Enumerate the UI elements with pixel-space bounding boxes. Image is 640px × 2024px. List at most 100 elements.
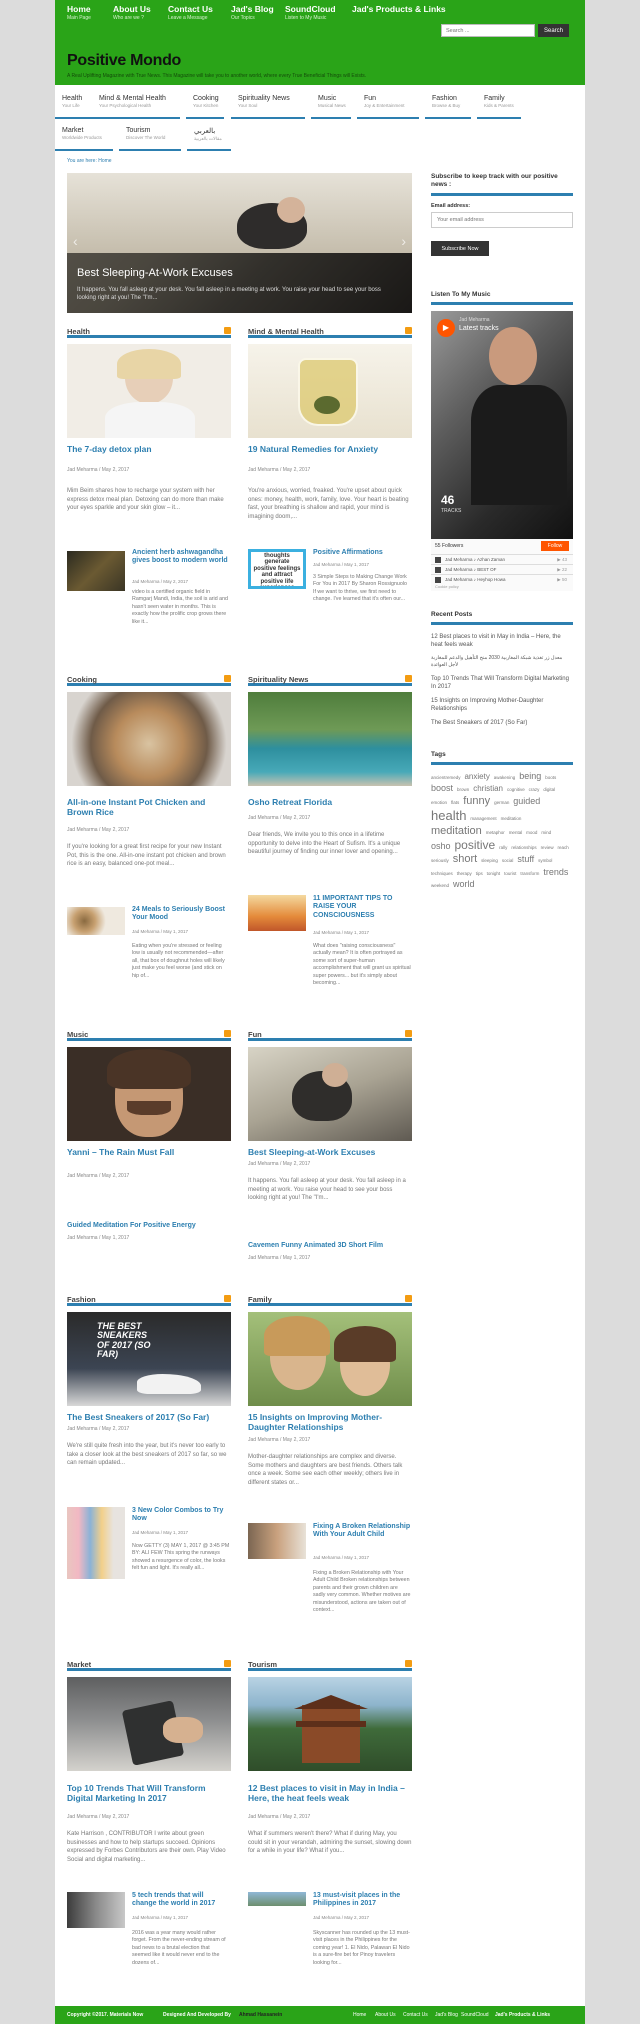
cat-arabic[interactable]: بالعربي مقالات بالعربية [187,127,231,151]
tag-link[interactable]: christian [473,784,503,793]
tag-link[interactable]: boots [545,775,556,780]
cat-music[interactable]: Music Musical News [311,95,351,119]
tag-link[interactable]: mental [509,830,523,835]
post-image[interactable]: THE BEST SNEAKERS OF 2017 (SO FAR) [67,1312,231,1406]
post-thumb[interactable] [67,907,125,935]
tag-link[interactable]: awakening [494,775,516,780]
rss-icon[interactable] [224,1030,231,1037]
tag-link[interactable]: flats [451,800,459,805]
tag-link[interactable]: tourist [504,871,516,876]
tag-link[interactable]: being [519,771,541,781]
tag-link[interactable]: cognitive [507,787,525,792]
tag-link[interactable]: mood [526,830,537,835]
block-heading-label[interactable]: Cooking [67,675,97,684]
sc-follow-button[interactable]: Follow [541,541,569,551]
post-title[interactable]: Yanni – The Rain Must Fall [67,1147,231,1157]
post-thumb[interactable] [67,1507,125,1579]
rss-icon[interactable] [405,675,412,682]
post-title-small[interactable]: Fixing A Broken Relationship With Your A… [313,1523,411,1540]
post-thumb[interactable] [248,895,306,931]
cat-family[interactable]: Family Kids & Parents [477,95,521,119]
block-heading-label[interactable]: Spirituality News [248,675,308,684]
tag-link[interactable]: reach [558,845,569,850]
tag-link[interactable]: management [470,816,496,821]
tag-link[interactable]: tonight [487,871,501,876]
tag-link[interactable]: guided [513,796,540,806]
block-heading-label[interactable]: Fashion [67,1295,96,1304]
tag-link[interactable]: metaphor [486,830,505,835]
tag-link[interactable]: meditation [431,825,482,837]
tag-link[interactable]: german [494,800,509,805]
rss-icon[interactable] [224,1295,231,1302]
block-heading-label[interactable]: Tourism [248,1660,277,1669]
nav-contact[interactable]: Contact Us Leave a Message [168,4,213,21]
tag-link[interactable]: brown [457,787,469,792]
post-title-small[interactable]: 5 tech trends that will change the world… [132,1892,230,1909]
post-title-small[interactable]: Cavemen Funny Animated 3D Short Film [248,1242,412,1250]
soundcloud-widget[interactable]: ▶ Jad Meharma Latest tracks 46 TRACKS 55… [431,311,573,591]
tag-link[interactable]: rally [499,845,507,850]
tag-link[interactable]: short [453,853,477,865]
nav-products[interactable]: Jad's Products & Links [352,4,446,15]
nav-home[interactable]: Home Main Page [67,4,91,21]
subscribe-button[interactable]: Subscribe Now [431,241,489,256]
tag-link[interactable]: therapy [457,871,472,876]
tag-link[interactable]: funny [463,795,490,807]
rss-icon[interactable] [405,1030,412,1037]
cat-market[interactable]: Market Worldwide Products [55,127,113,151]
tag-link[interactable]: meditation [501,816,522,821]
slider-prev-icon[interactable]: ‹ [73,233,78,249]
post-title-small[interactable]: Ancient herb ashwagandha gives boost to … [132,549,230,566]
post-thumb[interactable] [67,551,125,591]
footer-link-products[interactable]: Jad's Products & Links [495,2012,550,2018]
post-title-small[interactable]: Positive Affirmations [313,549,411,557]
post-image[interactable] [67,692,231,786]
footer-link-contact[interactable]: Contact Us [403,2012,428,2018]
search-button[interactable]: Search [538,24,569,37]
post-image[interactable] [67,1047,231,1141]
recent-post-link[interactable]: 12 Best places to visit in May in India … [431,633,573,649]
block-heading-label[interactable]: Market [67,1660,91,1669]
tag-link[interactable]: digital [543,787,555,792]
featured-slider[interactable]: ‹ › Best Sleeping-At-Work Excuses It hap… [67,173,412,313]
recent-post-link[interactable]: The Best Sneakers of 2017 (So Far) [431,719,573,727]
post-title[interactable]: 19 Natural Remedies for Anxiety [248,444,412,454]
tag-link[interactable]: positive [454,838,495,852]
tag-link[interactable]: stuff [517,854,534,864]
footer-link-home[interactable]: Home [353,2012,366,2018]
post-title[interactable]: Osho Retreat Florida [248,797,412,807]
recent-post-link[interactable]: Top 10 Trends That Will Transform Digita… [431,675,573,691]
recent-post-link[interactable]: 15 Insights on Improving Mother-Daughter… [431,697,573,713]
post-title[interactable]: The 7-day detox plan [67,444,231,454]
sc-track[interactable]: Jad Meharma ♪ BEST OF ▶ 22 [431,564,573,574]
tag-link[interactable]: emotion [431,800,447,805]
block-heading-label[interactable]: Music [67,1030,88,1039]
sc-track[interactable]: Jad Meharma ♪ Azhan Zaman ▶ 43 [431,554,573,564]
tag-link[interactable]: ancientremedy [431,775,461,780]
rss-icon[interactable] [224,1660,231,1667]
post-thumb[interactable] [67,1892,125,1928]
post-image[interactable] [67,1677,231,1771]
post-title-small[interactable]: 11 IMPORTANT TIPS TO RAISE YOUR CONSCIOU… [313,895,411,920]
block-heading-label[interactable]: Mind & Mental Health [248,327,324,336]
post-thumb[interactable]: positive thoughts generate positive feel… [248,549,306,589]
sc-cookie-link[interactable]: Cookie policy [435,584,459,589]
tag-link[interactable]: world [453,879,475,889]
post-image[interactable] [248,344,412,438]
post-image[interactable] [67,344,231,438]
tag-link[interactable]: health [431,808,466,823]
post-title-small[interactable]: Guided Meditation For Positive Energy [67,1222,231,1230]
tag-link[interactable]: tips [476,871,483,876]
tag-link[interactable]: anxiety [464,772,489,781]
cat-tourism[interactable]: Tourism Discover The World [119,127,181,151]
post-title[interactable]: Top 10 Trends That Will Transform Digita… [67,1783,231,1803]
nav-about[interactable]: About Us Who are we ? [113,4,151,21]
post-image[interactable] [248,1312,412,1406]
footer-link-soundcloud[interactable]: SoundCloud [461,2012,489,2018]
block-heading-label[interactable]: Family [248,1295,272,1304]
search-input[interactable] [441,24,535,37]
recent-post-link[interactable]: معدل زر تغذية شبكة المغاربية 2030 منح ال… [431,655,573,669]
cat-fashion[interactable]: Fashion Browse & Buy [425,95,471,119]
cat-fun[interactable]: Fun Joy & Entertainment [357,95,419,119]
tag-link[interactable]: social [502,858,514,863]
